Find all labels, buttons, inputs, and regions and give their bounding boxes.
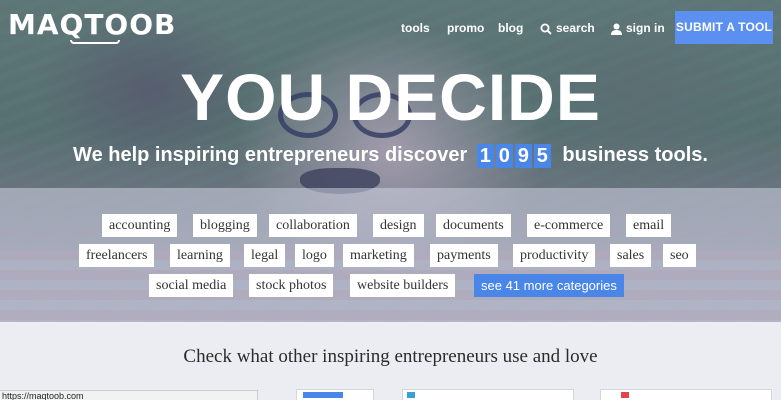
category-tag-design[interactable]: design xyxy=(373,214,424,237)
tool-card-thumbnail[interactable] xyxy=(600,389,772,400)
category-tag-learning[interactable]: learning xyxy=(170,244,230,267)
site-logo[interactable]: MAQTOOB xyxy=(8,8,176,42)
see-more-categories-button[interactable]: see 41 more categories xyxy=(474,274,624,297)
category-tag-seo[interactable]: seo xyxy=(663,244,696,267)
hero-subline-end: business tools. xyxy=(562,144,708,166)
logo-underline-mark xyxy=(70,40,120,44)
category-tag-social-media[interactable]: social media xyxy=(149,274,234,297)
counter-digit: 1 xyxy=(476,143,494,168)
thumbnail-header-bar xyxy=(303,392,343,398)
hero-headline: YOU DECIDE xyxy=(180,60,601,134)
category-tag-legal[interactable]: legal xyxy=(244,244,286,267)
counter-digit: 0 xyxy=(495,143,513,168)
search-icon xyxy=(540,23,552,35)
nav-link-blog[interactable]: blog xyxy=(498,19,523,37)
thumbnail-logo-mark xyxy=(621,392,629,398)
user-icon xyxy=(611,23,622,35)
category-tag-payments[interactable]: payments xyxy=(430,244,498,267)
thumbnail-logo-mark xyxy=(407,392,415,398)
category-tag-stock-photos[interactable]: stock photos xyxy=(249,274,334,297)
nav-sign-in-label: sign in xyxy=(626,21,665,35)
nav-link-search[interactable]: search xyxy=(540,19,595,37)
category-tag-documents[interactable]: documents xyxy=(436,214,511,237)
hero-subline-start: We help inspiring entrepreneurs discover xyxy=(73,144,468,166)
tool-card-thumbnail[interactable] xyxy=(296,389,374,400)
submit-tool-button[interactable]: SUBMIT A TOOL xyxy=(675,11,773,44)
category-tag-freelancers[interactable]: freelancers xyxy=(79,244,155,267)
category-tag-accounting[interactable]: accounting xyxy=(102,214,178,237)
tool-card-thumbnail[interactable] xyxy=(402,389,574,400)
category-tag-productivity[interactable]: productivity xyxy=(513,244,596,267)
nav-link-sign-in[interactable]: sign in xyxy=(611,19,665,37)
hero-subline: We help inspiring entrepreneurs discover… xyxy=(0,142,781,168)
category-tag-blogging[interactable]: blogging xyxy=(193,214,257,237)
nav-search-label: search xyxy=(556,21,595,35)
category-tag-collaboration[interactable]: collaboration xyxy=(269,214,357,237)
category-tag-website-builders[interactable]: website builders xyxy=(350,274,456,297)
tool-count-counter: 1095 xyxy=(476,142,553,168)
nav-link-tools[interactable]: tools xyxy=(401,19,430,37)
browser-status-bar: https://maqtoob.com xyxy=(0,390,258,400)
counter-digit: 5 xyxy=(533,143,551,168)
category-tag-marketing[interactable]: marketing xyxy=(343,244,414,267)
category-tag-email[interactable]: email xyxy=(626,214,672,237)
category-tag-logo[interactable]: logo xyxy=(295,244,334,267)
category-tag-sales[interactable]: sales xyxy=(610,244,652,267)
section-title: Check what other inspiring entrepreneurs… xyxy=(183,346,598,367)
category-tag-e-commerce[interactable]: e-commerce xyxy=(527,214,611,237)
counter-digit: 9 xyxy=(514,143,532,168)
nav-link-promo[interactable]: promo xyxy=(447,19,484,37)
